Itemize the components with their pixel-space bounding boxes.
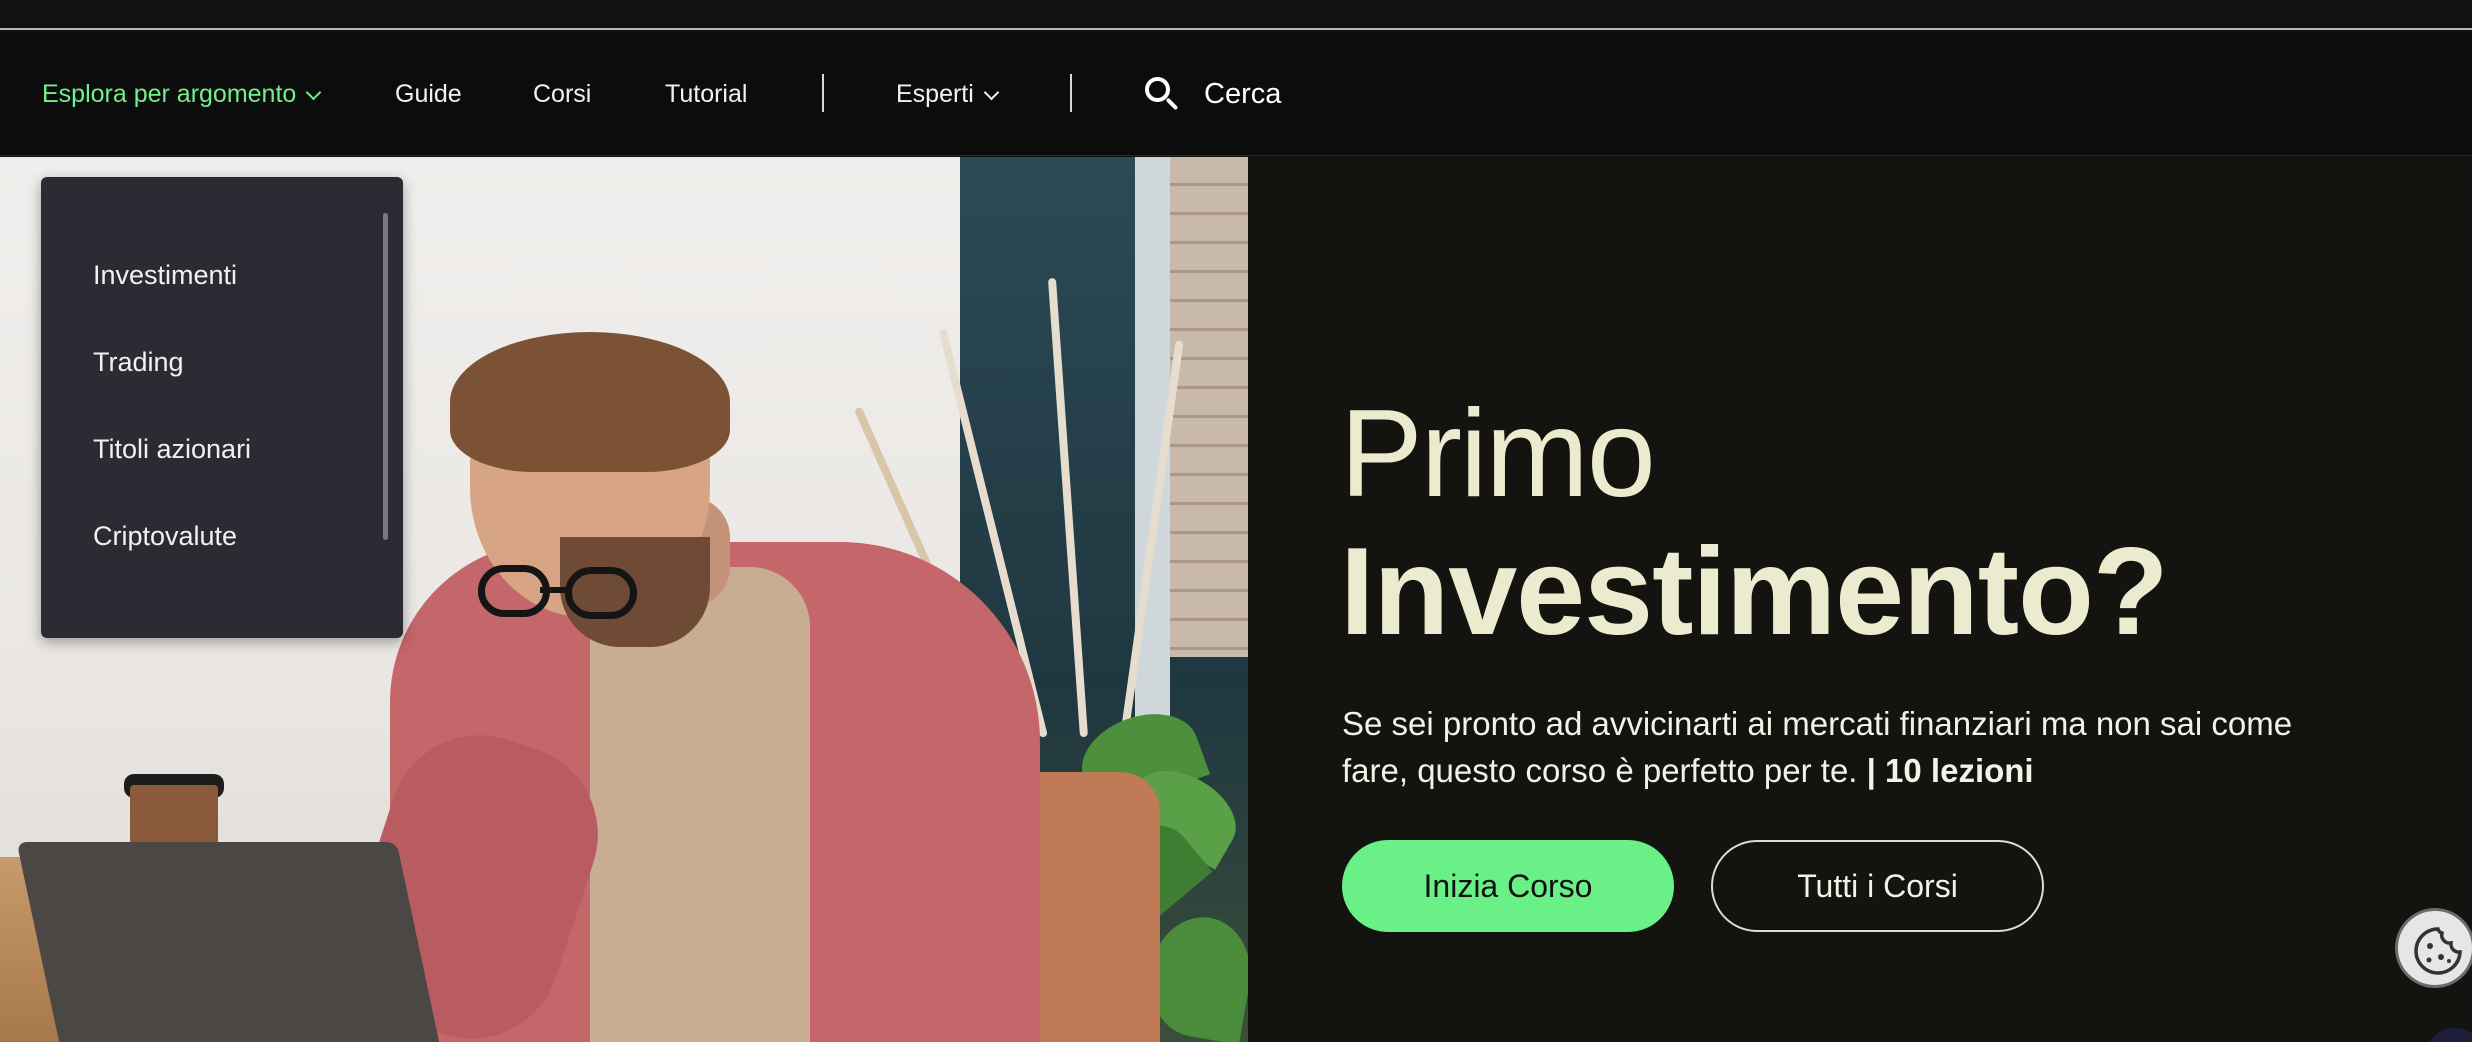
nav-experts[interactable]: Esperti [896, 32, 1000, 156]
dropdown-scrollbar[interactable] [383, 213, 388, 540]
dropdown-item-investimenti[interactable]: Investimenti [93, 260, 237, 291]
hero-description-text: Se sei pronto ad avvicinarti ai mercati … [1342, 705, 2293, 789]
all-courses-button[interactable]: Tutti i Corsi [1711, 840, 2044, 932]
nav-divider [1070, 74, 1072, 112]
search-input[interactable]: Cerca [1204, 32, 1281, 156]
topic-dropdown-menu: Investimenti Trading Titoli azionari Cri… [41, 177, 403, 638]
browser-top-strip [0, 0, 2472, 30]
nav-guide-label: Guide [395, 79, 462, 108]
hero-title-line2: Investimento? [1340, 523, 2169, 661]
nav-courses-label: Corsi [533, 79, 592, 108]
nav-explore-by-topic[interactable]: Esplora per argomento [42, 32, 322, 156]
nav-divider [822, 74, 824, 112]
dropdown-item-titoli-azionari[interactable]: Titoli azionari [93, 434, 251, 465]
dropdown-item-criptovalute[interactable]: Criptovalute [93, 521, 237, 552]
nav-guide[interactable]: Guide [395, 32, 462, 156]
search-icon[interactable] [1145, 77, 1181, 113]
nav-courses[interactable]: Corsi [533, 32, 591, 156]
chevron-down-icon [306, 84, 322, 100]
nav-explore-label: Esplora per argomento [42, 79, 297, 108]
cookie-icon[interactable] [2395, 908, 2472, 988]
chevron-down-icon [983, 84, 1000, 100]
nav-experts-label: Esperti [896, 79, 974, 108]
nav-tutorial[interactable]: Tutorial [665, 32, 747, 156]
start-course-button[interactable]: Inizia Corso [1342, 840, 1674, 932]
hero-description: Se sei pronto ad avvicinarti ai mercati … [1342, 700, 2362, 794]
lessons-count: | 10 lezioni [1866, 752, 2034, 789]
main-navigation: Esplora per argomento Guide Corsi Tutori… [0, 32, 2472, 156]
dropdown-item-trading[interactable]: Trading [93, 347, 184, 378]
hero-title-line1: Primo [1340, 385, 1656, 523]
nav-tutorial-label: Tutorial [665, 79, 748, 108]
